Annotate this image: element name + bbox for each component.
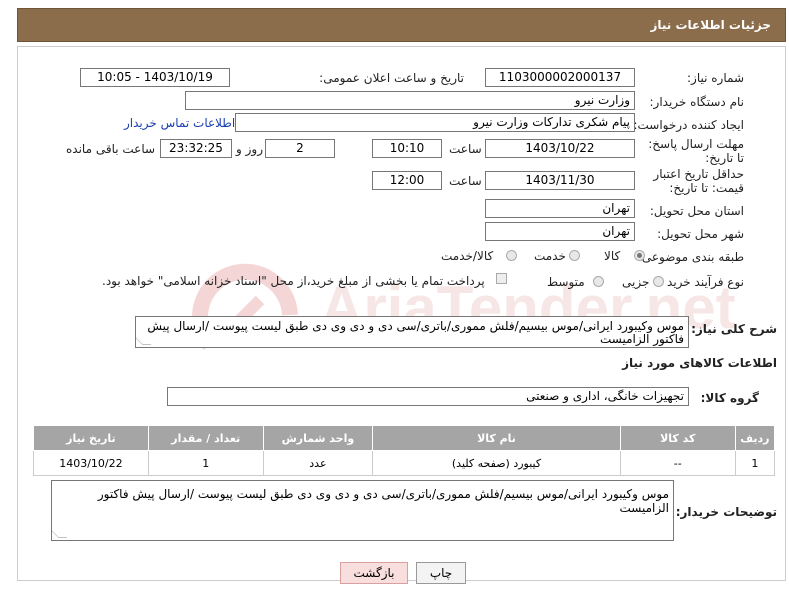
col-row: ردیف <box>734 425 776 451</box>
category-radio-goods[interactable] <box>634 250 645 261</box>
province-field: تهران <box>485 199 635 218</box>
buyer-label: نام دستگاه خریدار: <box>649 95 745 109</box>
reply-date-field: 1403/10/22 <box>485 139 635 158</box>
price-date-field: 1403/11/30 <box>485 171 635 190</box>
treasury-checkbox[interactable] <box>496 273 507 284</box>
need-number-label: شماره نیاز: <box>687 71 744 85</box>
description-textarea[interactable]: موس وکیبورد ایرانی/موس بیسیم/فلش مموری/ب… <box>135 316 689 348</box>
goods-group-label: گروه کالا: <box>700 391 759 405</box>
city-label: شهر محل تحویل: <box>657 227 744 241</box>
col-date: تاریخ نیاز <box>33 425 149 451</box>
col-name: نام کالا <box>372 425 621 451</box>
category-label: طبقه بندی موضوعی: <box>637 250 744 264</box>
price-time-field: 12:00 <box>372 171 442 190</box>
table-row: 1 -- کیبورد (صفحه کلید) عدد 1 1403/10/22 <box>33 450 776 476</box>
buyer-notes-label: توضیحات خریدار: <box>675 505 777 519</box>
creator-field: پیام شکری تدارکات وزارت نیرو <box>235 113 635 132</box>
cell-code: -- <box>619 450 736 476</box>
days-and-label: روز و <box>236 142 263 156</box>
page-title-bar: جزئیات اطلاعات نیاز <box>17 8 786 42</box>
cell-unit: عدد <box>262 450 374 476</box>
process-radio-medium[interactable] <box>593 276 604 287</box>
page-title: جزئیات اطلاعات نیاز <box>650 18 771 32</box>
reply-deadline-label: مهلت ارسال پاسخ: تا تاریخ: <box>648 137 744 165</box>
buyer-contact-link[interactable]: اطلاعات تماس خریدار <box>124 116 235 130</box>
announce-field: 1403/10/19 - 10:05 <box>80 68 230 87</box>
goods-table-header: ردیف کد کالا نام کالا واحد شمارش تعداد /… <box>33 425 776 451</box>
buyer-notes-text: موس وکیبورد ایرانی/موس بیسیم/فلش مموری/ب… <box>97 487 669 515</box>
buyer-notes-textarea[interactable]: موس وکیبورد ایرانی/موس بیسیم/فلش مموری/ب… <box>51 480 674 541</box>
buyer-field: وزارت نیرو <box>185 91 635 110</box>
cell-qty: 1 <box>147 450 264 476</box>
watermark-logo: AriaTender.net <box>190 255 736 365</box>
resize-grip-icon[interactable] <box>136 336 152 345</box>
back-button[interactable]: بازگشت <box>340 562 408 584</box>
goods-section-title: اطلاعات کالاهای مورد نیاز <box>622 356 777 370</box>
creator-label: ایجاد کننده درخواست: <box>633 118 744 132</box>
goods-group-field: تجهیزات خانگی، اداری و صنعتی <box>167 387 689 406</box>
col-unit: واحد شمارش <box>262 425 374 451</box>
goods-table: ردیف کد کالا نام کالا واحد شمارش تعداد /… <box>33 425 776 476</box>
reply-days-field: 2 <box>265 139 335 158</box>
print-button[interactable]: چاپ <box>416 562 466 584</box>
category-radio-service[interactable] <box>569 250 580 261</box>
cell-row: 1 <box>734 450 776 476</box>
treasury-note: پرداخت تمام یا بخشی از مبلغ خرید،از محل … <box>102 274 485 288</box>
remaining-time-field: 23:32:25 <box>160 139 232 158</box>
category-option-goods: کالا <box>604 249 621 263</box>
reply-hour-label: ساعت <box>449 142 482 156</box>
process-option-minor: جزیی <box>622 275 650 289</box>
need-number-field: 1103000002000137 <box>485 68 635 87</box>
remaining-label: ساعت باقی مانده <box>66 142 156 156</box>
description-label: شرح کلی نیاز: <box>691 322 777 336</box>
col-code: کد کالا <box>619 425 736 451</box>
process-label: نوع فرآیند خرید : <box>659 275 744 289</box>
category-option-both: کالا/خدمت <box>441 249 494 263</box>
process-option-medium: متوسط <box>547 275 585 289</box>
province-label: استان محل تحویل: <box>649 204 744 218</box>
announce-label: تاریخ و ساعت اعلان عمومی: <box>319 71 464 85</box>
city-field: تهران <box>485 222 635 241</box>
process-radio-minor[interactable] <box>653 276 664 287</box>
cell-name: کیبورد (صفحه کلید) <box>372 450 621 476</box>
description-text: موس وکیبورد ایرانی/موس بیسیم/فلش مموری/ب… <box>147 319 684 346</box>
reply-time-field: 10:10 <box>372 139 442 158</box>
cell-date: 1403/10/22 <box>33 450 149 476</box>
col-qty: تعداد / مقدار <box>147 425 264 451</box>
category-radio-both[interactable] <box>506 250 517 261</box>
price-hour-label: ساعت <box>449 174 482 188</box>
category-option-service: خدمت <box>534 249 566 263</box>
resize-grip-icon[interactable] <box>52 529 68 538</box>
price-deadline-label: حداقل تاریخ اعتبار قیمت: تا تاریخ: <box>653 167 744 195</box>
